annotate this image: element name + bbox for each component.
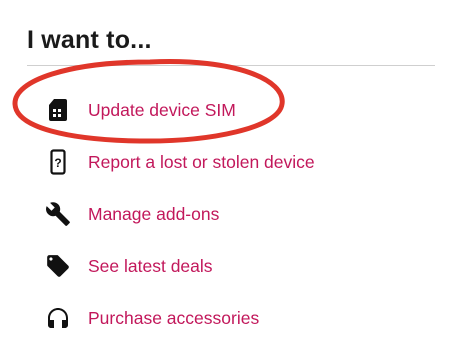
action-update-device-sim[interactable]: Update device SIM bbox=[40, 90, 440, 130]
action-report-lost-device[interactable]: ? Report a lost or stolen device bbox=[40, 142, 440, 182]
action-label: Report a lost or stolen device bbox=[88, 151, 315, 172]
action-label: Purchase accessories bbox=[88, 307, 260, 328]
phone-question-icon: ? bbox=[40, 148, 76, 176]
action-see-latest-deals[interactable]: See latest deals bbox=[40, 246, 440, 286]
action-label: Update device SIM bbox=[88, 99, 236, 120]
action-label: See latest deals bbox=[88, 255, 213, 276]
wrench-icon bbox=[40, 200, 76, 228]
action-label: Manage add-ons bbox=[88, 203, 220, 224]
action-list: Update device SIM ? Report a lost or sto… bbox=[0, 0, 474, 355]
svg-text:?: ? bbox=[54, 156, 61, 170]
sim-card-icon bbox=[40, 96, 76, 124]
headphones-icon bbox=[40, 304, 76, 332]
action-purchase-accessories[interactable]: Purchase accessories bbox=[40, 298, 440, 338]
action-manage-add-ons[interactable]: Manage add-ons bbox=[40, 194, 440, 234]
tag-icon bbox=[40, 252, 76, 280]
